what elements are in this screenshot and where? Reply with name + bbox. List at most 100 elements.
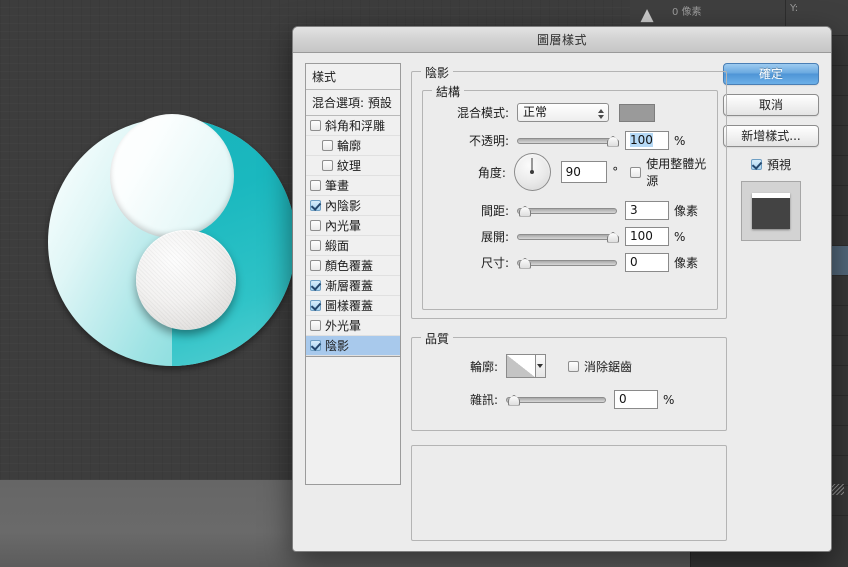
blending-options-item[interactable]: 混合選項: 預設 [306,90,400,116]
style-checkbox[interactable] [310,340,321,351]
style-item-contour[interactable]: 輪廓 [306,136,400,156]
contour-preview [507,355,535,377]
preview-label: 預視 [767,156,791,173]
style-item-color-overlay[interactable]: 顏色覆蓋 [306,256,400,276]
opacity-slider[interactable] [517,134,617,148]
contour-row: 輪廓: 消除鋸齒 [422,354,718,378]
dialog-body: 樣式 混合選項: 預設 斜角和浮雕 輪廓 紋理 [293,53,831,552]
style-label: 圖樣覆蓋 [325,297,373,314]
style-label: 斜角和浮雕 [325,117,385,134]
angle-label: 角度: [423,164,506,181]
brush-icon[interactable]: ▲ [636,2,658,28]
angle-dial[interactable] [514,153,551,191]
distance-slider[interactable] [517,204,617,218]
use-global-light-checkbox[interactable] [630,167,641,178]
contour-picker[interactable] [506,354,546,378]
style-label: 紋理 [337,157,361,174]
opacity-unit: % [674,134,685,148]
distance-value: 3 [630,203,638,217]
style-checkbox[interactable] [310,320,321,331]
antialias-toggle[interactable]: 消除鋸齒 [568,358,632,375]
style-item-drop-shadow[interactable]: 陰影 [306,336,400,356]
structure-group: 結構 混合模式: 正常 不透明: [422,90,718,310]
dialog-empty-area [411,445,727,541]
styles-list-empty-area [305,357,401,485]
style-item-pattern-overlay[interactable]: 圖樣覆蓋 [306,296,400,316]
use-global-light-label: 使用整體光源 [646,155,715,189]
noise-input[interactable]: 0 [614,390,658,409]
preview-toggle[interactable]: 預視 [723,156,819,173]
style-checkbox[interactable] [310,180,321,191]
distance-label: 間距: [423,202,509,219]
slider-track [517,260,617,266]
ok-button[interactable]: 確定 [723,63,819,85]
style-item-outer-glow[interactable]: 外光暈 [306,316,400,336]
distance-input[interactable]: 3 [625,201,669,220]
style-item-satin[interactable]: 緞面 [306,236,400,256]
contour-label: 輪廓: [422,358,498,375]
style-item-inner-shadow[interactable]: 內陰影 [306,196,400,216]
opacity-input[interactable]: 100 [625,131,669,150]
angle-input[interactable]: 90 [561,161,608,183]
style-label: 顏色覆蓋 [325,257,373,274]
style-item-stroke[interactable]: 筆畫 [306,176,400,196]
cancel-button[interactable]: 取消 [723,94,819,116]
style-item-bevel-emboss[interactable]: 斜角和浮雕 [306,116,400,136]
styles-header[interactable]: 樣式 [306,64,400,90]
artwork-teal-circle [48,118,296,366]
noise-label: 雜訊: [422,391,498,408]
structure-group-title: 結構 [432,83,464,100]
style-label: 漸層覆蓋 [325,277,373,294]
preview-thumbnail [741,181,801,241]
preview-checkbox[interactable] [751,159,762,170]
spread-row: 展開: 100 % [423,227,715,246]
style-checkbox[interactable] [310,220,321,231]
spread-value: 100 [630,229,653,243]
style-checkbox[interactable] [310,260,321,271]
new-style-button[interactable]: 新增樣式... [723,125,819,147]
style-checkbox[interactable] [310,240,321,251]
slider-track [517,138,617,144]
style-item-inner-glow[interactable]: 內光暈 [306,216,400,236]
resize-grip[interactable] [830,484,844,495]
contour-dropdown-arrow-icon[interactable] [535,355,545,377]
style-checkbox[interactable] [322,160,333,171]
style-checkbox[interactable] [310,300,321,311]
drop-shadow-group-title: 陰影 [421,64,453,81]
antialias-checkbox[interactable] [568,361,579,372]
style-label: 緞面 [325,237,349,254]
size-slider[interactable] [517,256,617,270]
style-label: 內陰影 [325,197,361,214]
style-item-gradient-overlay[interactable]: 漸層覆蓋 [306,276,400,296]
layer-style-dialog: 圖層樣式 樣式 混合選項: 預設 斜角和浮雕 輪廓 [292,26,832,552]
size-input[interactable]: 0 [625,253,669,272]
slider-track [517,208,617,214]
style-checkbox[interactable] [310,200,321,211]
stepper-arrows-icon [596,105,605,122]
quality-group-title: 品質 [421,330,453,347]
distance-unit: 像素 [674,202,698,219]
style-checkbox[interactable] [322,140,333,151]
blend-mode-select[interactable]: 正常 [517,103,609,122]
angle-unit: ° [612,165,618,179]
noise-row: 雜訊: 0 % [422,390,718,409]
spread-input[interactable]: 100 [625,227,669,246]
dialog-titlebar[interactable]: 圖層樣式 [293,27,831,53]
use-global-light-toggle[interactable]: 使用整體光源 [630,155,715,189]
size-unit: 像素 [674,254,698,271]
style-label: 陰影 [325,337,349,354]
distance-row: 間距: 3 像素 [423,201,715,220]
noise-slider[interactable] [506,393,606,407]
noise-unit: % [663,393,674,407]
style-item-texture[interactable]: 紋理 [306,156,400,176]
dialog-title: 圖層樣式 [537,31,587,48]
style-checkbox[interactable] [310,120,321,131]
spread-slider[interactable] [517,230,617,244]
slider-track [517,234,617,240]
style-label: 輪廓 [337,137,361,154]
shadow-color-swatch[interactable] [619,104,655,122]
style-checkbox[interactable] [310,280,321,291]
artwork-notch-circle [110,114,234,238]
angle-row: 角度: 90 ° 使用整體光源 [423,153,715,191]
size-label: 尺寸: [423,254,509,271]
